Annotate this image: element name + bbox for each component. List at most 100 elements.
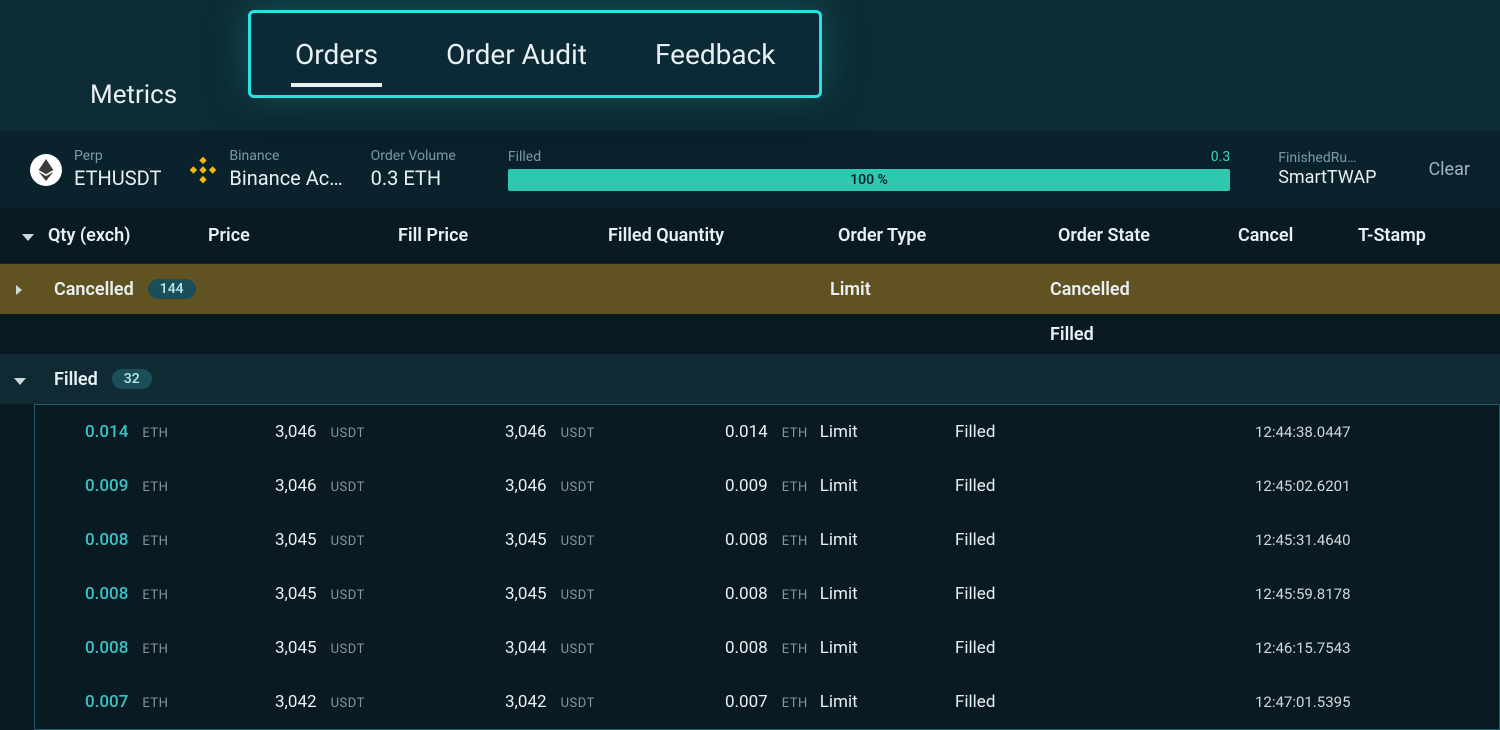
order-summary-strip: Perp ETHUSDT Binance Binance Ac… Order V… [0, 130, 1500, 208]
order-volume-value: 0.3 ETH [371, 166, 456, 191]
cell-order-state: Filled [955, 584, 1135, 604]
col-qty[interactable]: Qty (exch) [40, 225, 200, 246]
cell-qty: 0.008 [85, 638, 128, 658]
col-tstamp[interactable]: T-Stamp [1350, 225, 1500, 246]
col-cancel[interactable]: Cancel [1230, 225, 1350, 246]
cell-qty: 0.009 [85, 476, 128, 496]
strategy-name: SmartTWAP [1278, 167, 1376, 190]
table-row[interactable]: 0.008ETH3,045USDT3,045USDT0.008ETH Limit… [35, 513, 1499, 567]
filled-label: Filled [508, 149, 541, 165]
table-row[interactable]: 0.008ETH3,045USDT3,045USDT0.008ETH Limit… [35, 567, 1499, 621]
cell-order-state: Filled [955, 422, 1135, 442]
cell-qty-unit: ETH [142, 588, 168, 603]
strategy-status: FinishedRu… [1278, 150, 1376, 168]
filled-progress-block: Filled 0.3 100 % [508, 149, 1230, 191]
secondary-tabbar: Orders Order Audit Feedback [248, 10, 822, 98]
cell-filled-qty: 0.008 [725, 584, 768, 604]
cell-timestamp: 12:46:15.7543 [1255, 639, 1435, 657]
col-fill-price[interactable]: Fill Price [390, 225, 600, 246]
col-order-type[interactable]: Order Type [830, 225, 1050, 246]
cell-price-unit: USDT [331, 642, 365, 657]
pair-symbol: ETHUSDT [74, 166, 161, 191]
cell-price: 3,045 [275, 584, 317, 604]
group-cancelled-count: 144 [148, 279, 196, 299]
strategy-block: FinishedRu… SmartTWAP [1278, 150, 1376, 190]
cell-price: 3,046 [275, 422, 317, 442]
cell-timestamp: 12:45:31.4640 [1255, 531, 1435, 549]
cell-order-type: Limit [820, 422, 858, 442]
cell-fill-price: 3,046 [505, 476, 547, 496]
cell-qty: 0.008 [85, 530, 128, 550]
cell-order-type: Limit [820, 584, 858, 604]
cell-order-state: Filled [955, 692, 1135, 712]
cell-filled-qty: 0.007 [725, 692, 768, 712]
tab-feedback[interactable]: Feedback [651, 14, 779, 95]
state-row-filled: Filled [0, 314, 1500, 354]
order-volume-label: Order Volume [371, 148, 456, 166]
exchange-account: Binance Ac… [229, 166, 342, 191]
chevron-down-icon [22, 234, 34, 241]
col-price[interactable]: Price [200, 225, 390, 246]
chevron-right-icon [16, 285, 22, 295]
group-filled-count: 32 [112, 369, 152, 389]
cell-qty-unit: ETH [142, 426, 168, 441]
cell-order-type: Limit [820, 692, 858, 712]
binance-icon [189, 156, 217, 184]
cell-price-unit: USDT [331, 588, 365, 603]
group-cancelled-label: Cancelled [54, 279, 134, 300]
cell-order-state: Filled [955, 638, 1135, 658]
pair-type: Perp [74, 148, 161, 166]
cell-price-unit: USDT [331, 480, 365, 495]
table-row[interactable]: 0.007ETH3,042USDT3,042USDT0.007ETH Limit… [35, 675, 1499, 729]
cell-price: 3,042 [275, 692, 317, 712]
cell-filled-qty-unit: ETH [782, 588, 808, 603]
cell-timestamp: 12:45:59.8178 [1255, 585, 1435, 603]
cell-order-type: Limit [820, 638, 858, 658]
chevron-down-icon [14, 378, 26, 385]
exchange-block: Binance Binance Ac… [189, 148, 342, 191]
cell-fill-price: 3,046 [505, 422, 547, 442]
cell-price: 3,046 [275, 476, 317, 496]
filled-amount: 0.3 [1211, 149, 1230, 165]
table-row[interactable]: 0.008ETH3,045USDT3,044USDT0.008ETH Limit… [35, 621, 1499, 675]
group-cancelled-ordertype: Limit [830, 279, 1050, 300]
cell-price: 3,045 [275, 638, 317, 658]
cell-timestamp: 12:47:01.5395 [1255, 693, 1435, 711]
tab-metrics[interactable]: Metrics [90, 80, 177, 110]
expand-toggle[interactable] [0, 279, 40, 300]
col-filled-qty[interactable]: Filled Quantity [600, 225, 830, 246]
cell-fill-unit: USDT [561, 480, 595, 495]
pair-block: Perp ETHUSDT [30, 148, 161, 191]
cell-fill-price: 3,042 [505, 692, 547, 712]
cell-price-unit: USDT [331, 426, 365, 441]
cell-filled-qty-unit: ETH [782, 480, 808, 495]
group-filled-row[interactable]: Filled 32 [0, 354, 1500, 404]
top-bar: Metrics Orders Order Audit Feedback [0, 0, 1500, 130]
table-row[interactable]: 0.014ETH3,046USDT3,046USDT0.014ETH Limit… [35, 405, 1499, 459]
order-volume-block: Order Volume 0.3 ETH [371, 148, 456, 191]
col-order-state[interactable]: Order State [1050, 225, 1230, 246]
group-cancelled-orderstate: Cancelled [1050, 279, 1230, 300]
cell-timestamp: 12:45:02.6201 [1255, 477, 1435, 495]
ethereum-icon [30, 154, 62, 186]
tab-order-audit[interactable]: Order Audit [442, 14, 591, 95]
progress-bar: 100 % [508, 169, 1230, 191]
group-cancelled-row[interactable]: Cancelled 144 Limit Cancelled [0, 264, 1500, 314]
cell-filled-qty: 0.008 [725, 530, 768, 550]
cell-filled-qty: 0.014 [725, 422, 768, 442]
table-row[interactable]: 0.009ETH3,046USDT3,046USDT0.009ETH Limit… [35, 459, 1499, 513]
tab-orders[interactable]: Orders [291, 14, 382, 95]
cell-qty: 0.014 [85, 422, 128, 442]
collapse-toggle[interactable] [0, 225, 40, 246]
cell-filled-qty-unit: ETH [782, 534, 808, 549]
collapse-toggle[interactable] [0, 369, 40, 390]
cell-fill-unit: USDT [561, 534, 595, 549]
cell-filled-qty: 0.009 [725, 476, 768, 496]
cell-fill-price: 3,045 [505, 530, 547, 550]
orders-body: 0.014 ETH 3,046 USDT 3,046 USDT 0.014 ETH Limit… [34, 404, 1500, 730]
progress-fill: 100 % [508, 169, 1230, 191]
cell-filled-qty: 0.008 [725, 638, 768, 658]
clear-button[interactable]: Clear [1428, 159, 1470, 180]
cell-fill-unit: USDT [561, 696, 595, 711]
cell-fill-unit: USDT [561, 426, 595, 441]
